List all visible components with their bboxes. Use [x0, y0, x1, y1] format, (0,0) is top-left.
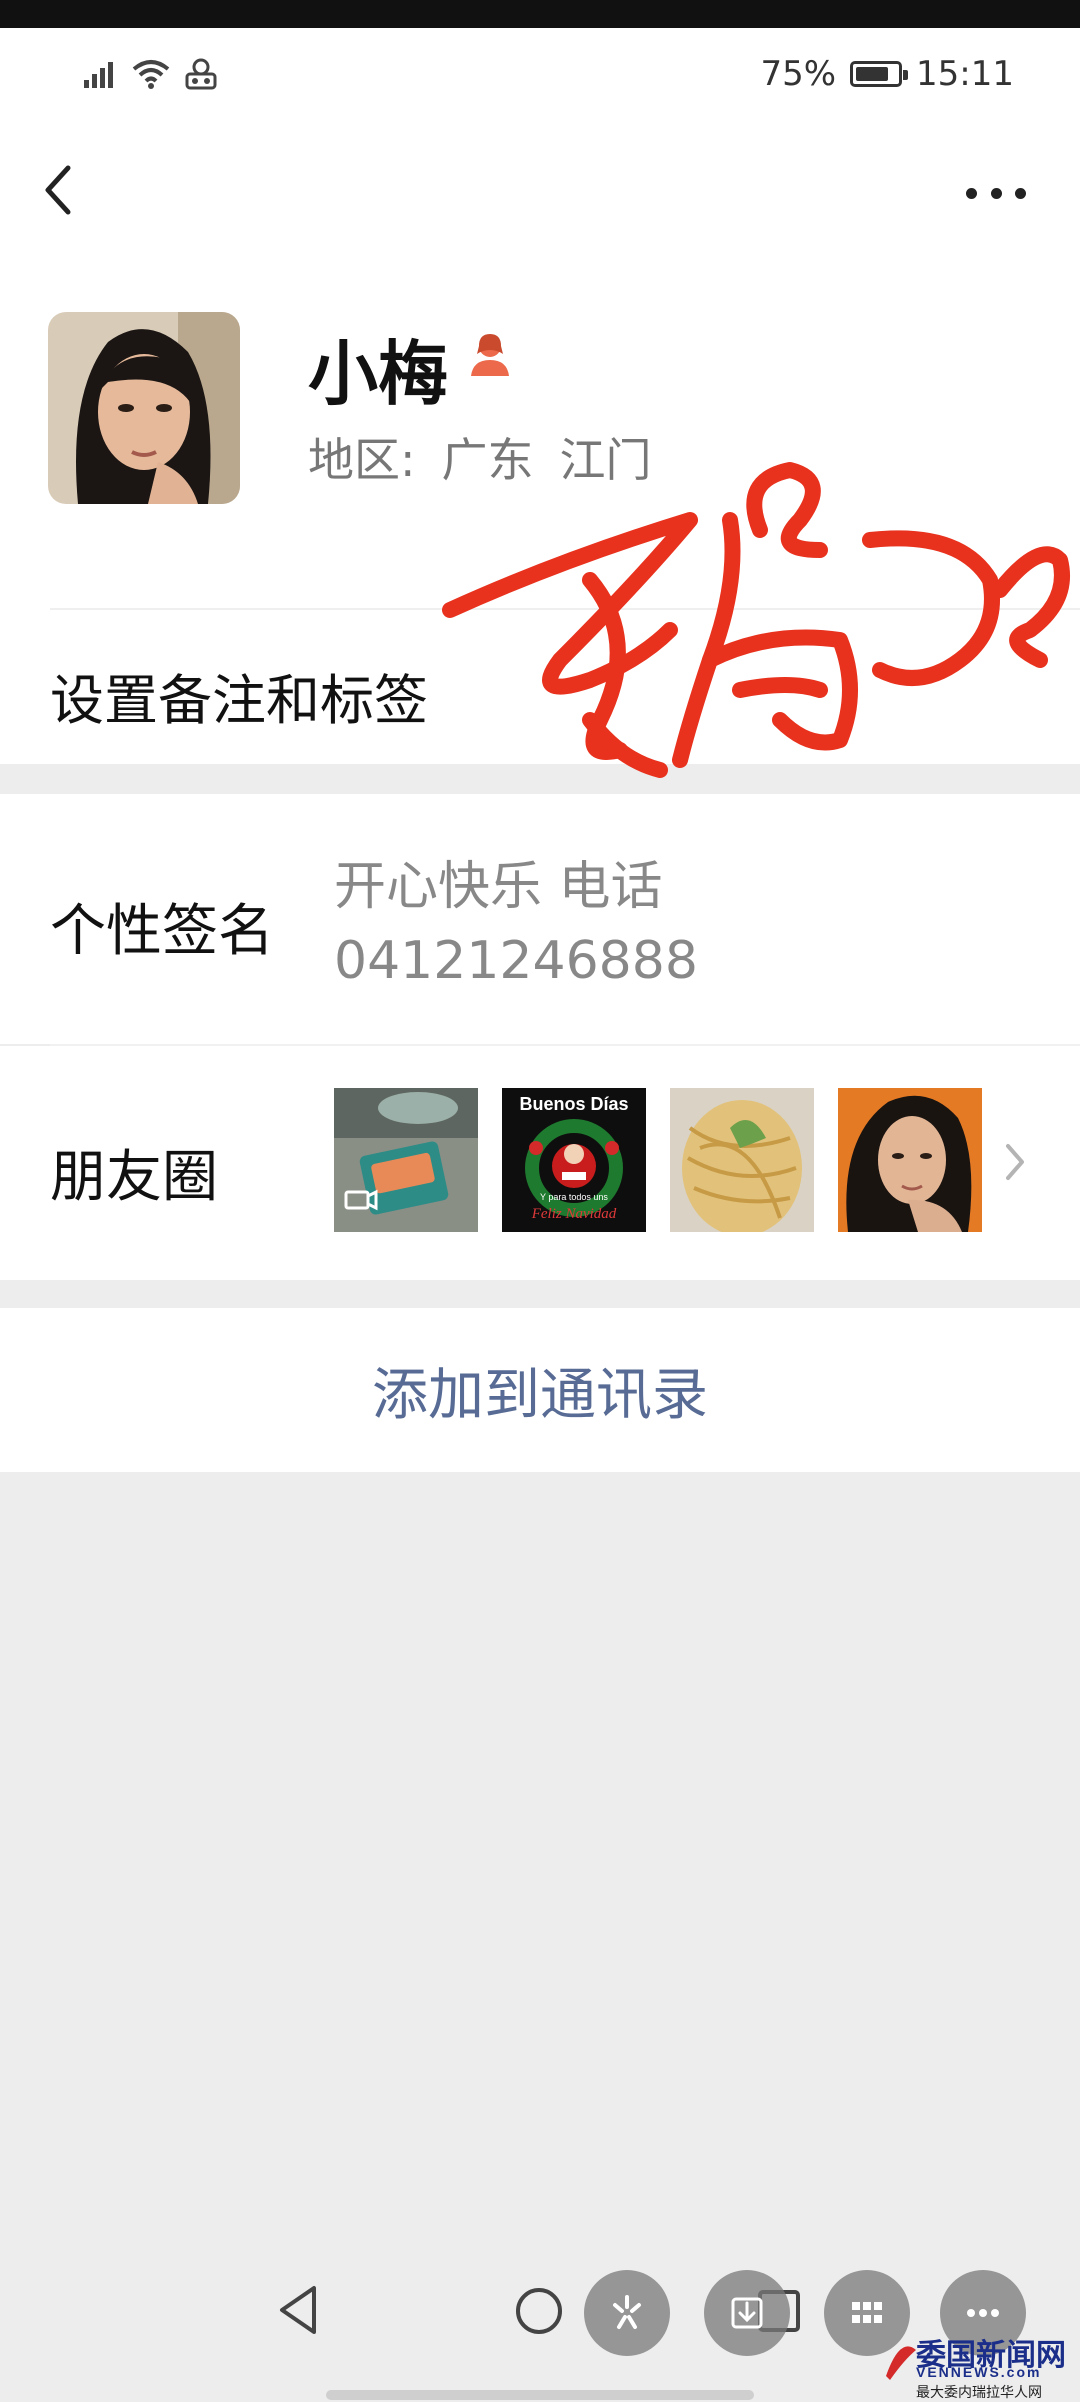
floating-download-button[interactable]	[704, 2270, 790, 2356]
top-edge	[0, 0, 1080, 28]
moments-thumb-christmas[interactable]: Buenos Días Y para todos uns Feliz Navid…	[502, 1088, 646, 1232]
more-dots-icon	[967, 2309, 999, 2317]
nav-back-icon[interactable]	[276, 2284, 320, 2336]
privacy-icon	[185, 58, 217, 90]
card-title: Buenos Días	[519, 1094, 629, 1114]
region-label: 地区:	[308, 433, 416, 487]
clock: 15:11	[916, 54, 1014, 94]
card-footer: Feliz Navidad	[531, 1206, 617, 1222]
set-remark-label: 设置备注和标签	[50, 669, 428, 732]
chevron-left-icon	[45, 165, 71, 215]
status-bar: 75% 15:11	[0, 28, 1080, 124]
signature-line2: 04121246888	[334, 931, 698, 991]
spark-icon	[613, 2295, 641, 2329]
female-badge-icon	[471, 334, 509, 376]
gesture-bar	[326, 2390, 754, 2400]
watermark-tagline: 最大委内瑞拉华人网	[916, 2384, 1042, 2400]
nav-home-icon[interactable]	[514, 2286, 564, 2336]
watermark: 委国新闻网 VENNEWS.com 最大委内瑞拉华人网	[880, 2330, 1080, 2400]
grid-icon	[852, 2302, 882, 2323]
moments-thumb-video[interactable]	[334, 1088, 478, 1232]
back-button[interactable]	[38, 160, 82, 220]
signal-icon	[84, 62, 113, 88]
moments-thumb-noodles[interactable]	[670, 1088, 814, 1232]
avatar[interactable]	[48, 312, 240, 504]
wifi-icon	[132, 60, 170, 89]
add-to-contacts-button[interactable]: 添加到通讯录	[0, 1308, 1080, 1472]
contact-name: 小梅	[308, 333, 448, 415]
chevron-right-icon	[1006, 1144, 1024, 1180]
moments-thumb-selfie[interactable]	[838, 1088, 982, 1232]
watermark-domain: VENNEWS.com	[916, 2364, 1042, 2380]
floating-spark-button[interactable]	[584, 2270, 670, 2356]
section-gap	[0, 1280, 1080, 1308]
moments-label: 朋友圈	[50, 1145, 218, 1210]
download-icon	[731, 2297, 763, 2329]
battery-percent: 75%	[760, 54, 837, 94]
signature-label: 个性签名	[50, 899, 274, 964]
signature-value: 开心快乐 电话 04121246888	[334, 850, 698, 998]
more-dots-icon	[966, 187, 977, 199]
signature-line1: 开心快乐 电话	[334, 857, 663, 917]
card-subtitle: Y para todos uns	[540, 1192, 608, 1202]
battery-icon	[850, 61, 909, 87]
add-to-contacts-label: 添加到通讯录	[372, 1362, 708, 1428]
more-button[interactable]	[966, 168, 1026, 218]
watermark-logo-icon	[886, 2346, 916, 2380]
handwritten-signature	[442, 462, 1070, 778]
